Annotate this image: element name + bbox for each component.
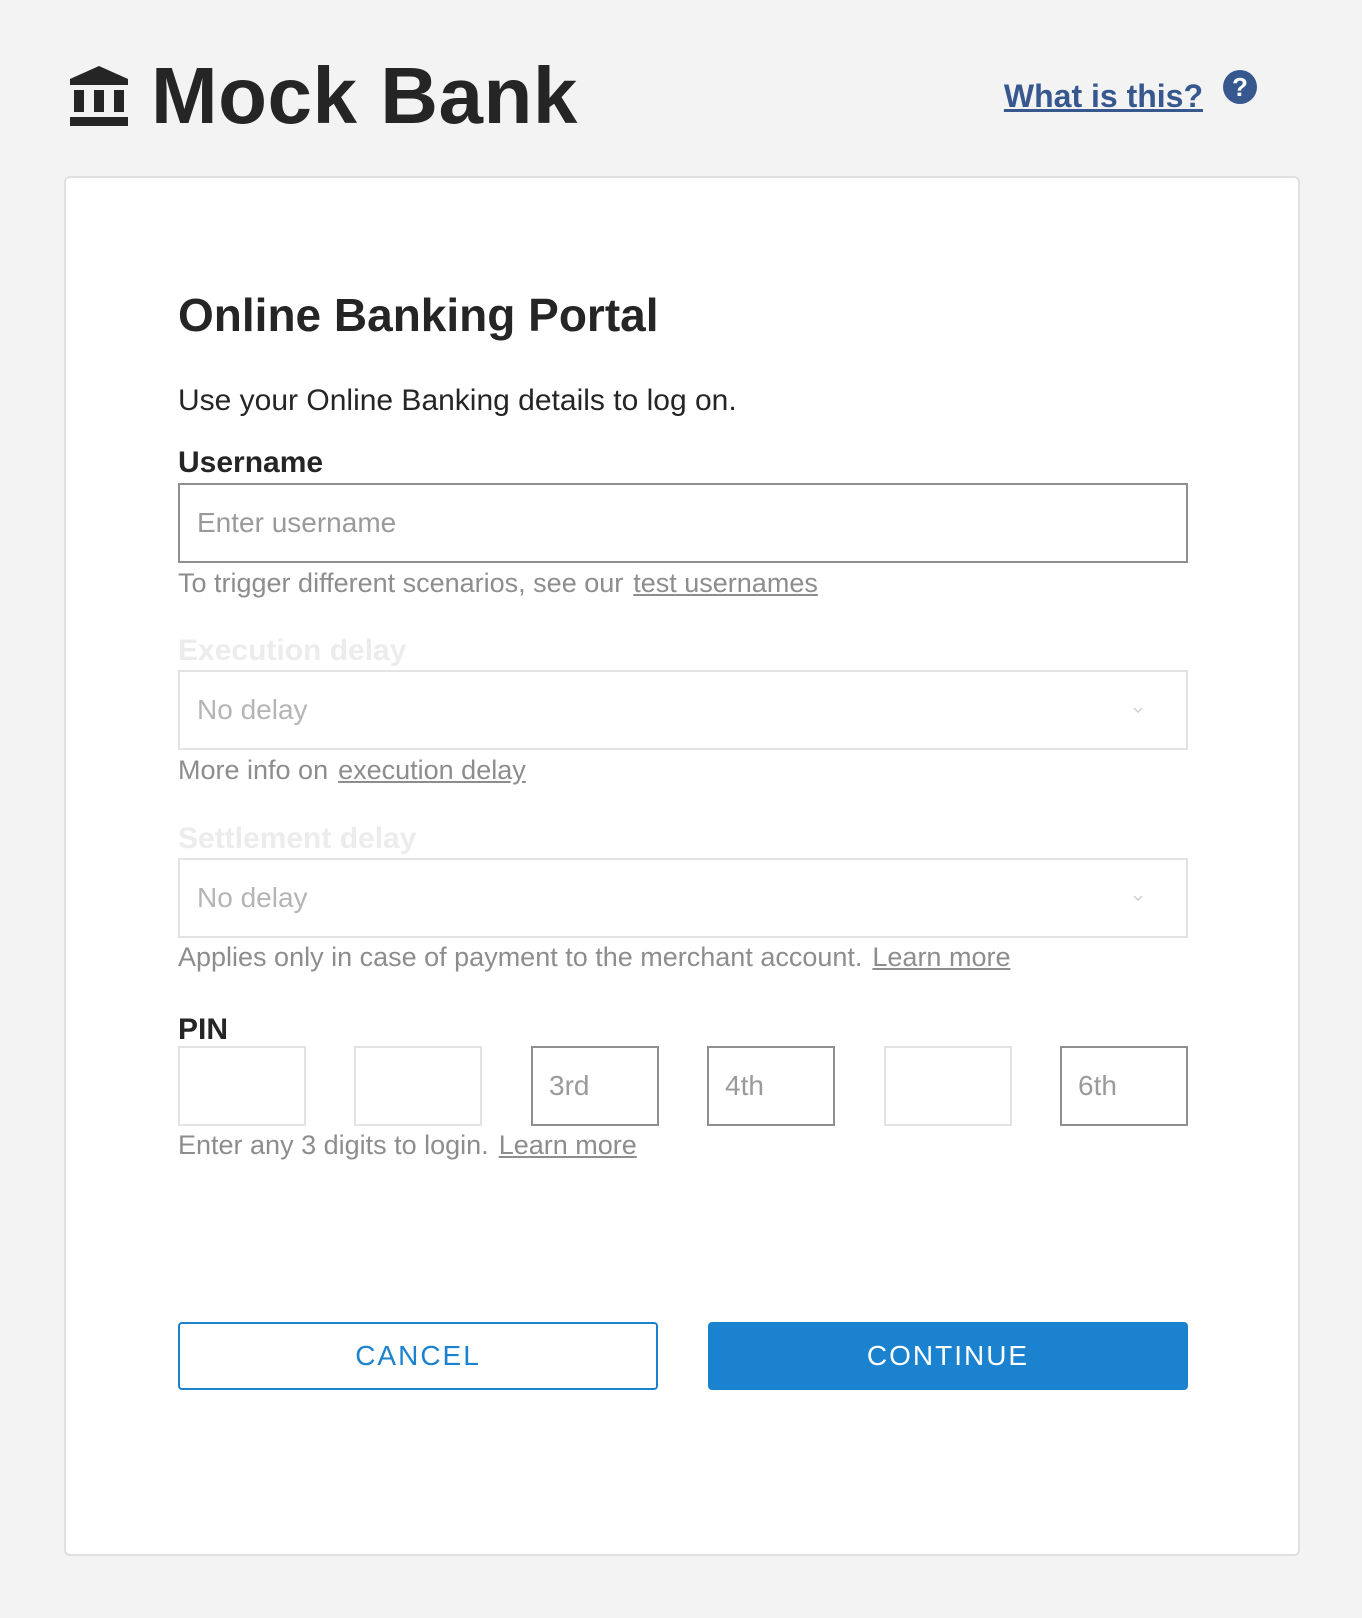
execution-delay-hint: More info on execution delay	[178, 755, 526, 786]
pin-digit-2	[354, 1046, 482, 1126]
continue-button[interactable]: CONTINUE	[708, 1322, 1188, 1390]
brand-name: Mock Bank	[151, 51, 578, 140]
question-icon[interactable]: ?	[1223, 70, 1257, 104]
execution-delay-hint-text: More info on	[178, 755, 329, 785]
what-is-this-link[interactable]: What is this?	[1004, 78, 1203, 115]
cancel-button[interactable]: CANCEL	[178, 1322, 658, 1390]
help-area: What is this? ?	[1004, 70, 1257, 115]
pin-inputs	[178, 1046, 1188, 1126]
execution-delay-value: No delay	[197, 694, 308, 725]
pin-digit-6[interactable]	[1060, 1046, 1188, 1126]
chevron-down-icon	[1133, 707, 1143, 714]
settlement-delay-label: Settlement delay	[178, 822, 417, 855]
username-hint: To trigger different scenarios, see our t…	[178, 568, 818, 599]
bank-icon	[70, 66, 128, 126]
pin-digit-3[interactable]	[531, 1046, 659, 1126]
page-title: Online Banking Portal	[178, 289, 659, 341]
execution-delay-label: Execution delay	[178, 634, 407, 667]
chevron-down-icon	[1133, 895, 1143, 902]
pin-label: PIN	[178, 1013, 229, 1046]
settlement-delay-hint: Applies only in case of payment to the m…	[178, 942, 1010, 973]
pin-learn-more-link[interactable]: Learn more	[499, 1130, 637, 1160]
settlement-delay-select[interactable]: No delay	[178, 858, 1188, 938]
pin-hint-text: Enter any 3 digits to login.	[178, 1130, 489, 1160]
username-input[interactable]	[178, 483, 1188, 563]
settlement-learn-more-link[interactable]: Learn more	[872, 942, 1010, 972]
pin-hint: Enter any 3 digits to login. Learn more	[178, 1130, 637, 1161]
execution-delay-select[interactable]: No delay	[178, 670, 1188, 750]
pin-digit-1	[178, 1046, 306, 1126]
settlement-delay-value: No delay	[197, 882, 308, 913]
login-card: Online Banking Portal Use your Online Ba…	[64, 176, 1300, 1556]
username-hint-text: To trigger different scenarios, see our	[178, 568, 624, 598]
page-header: Mock Bank What is this? ?	[0, 0, 1362, 170]
username-label: Username	[178, 446, 324, 479]
brand-logo: Mock Bank	[69, 54, 578, 138]
test-usernames-link[interactable]: test usernames	[633, 568, 818, 598]
settlement-delay-hint-text: Applies only in case of payment to the m…	[178, 942, 863, 972]
pin-digit-4[interactable]	[707, 1046, 835, 1126]
execution-delay-link[interactable]: execution delay	[338, 755, 526, 785]
pin-digit-5	[884, 1046, 1012, 1126]
page-subtitle: Use your Online Banking details to log o…	[178, 384, 737, 417]
